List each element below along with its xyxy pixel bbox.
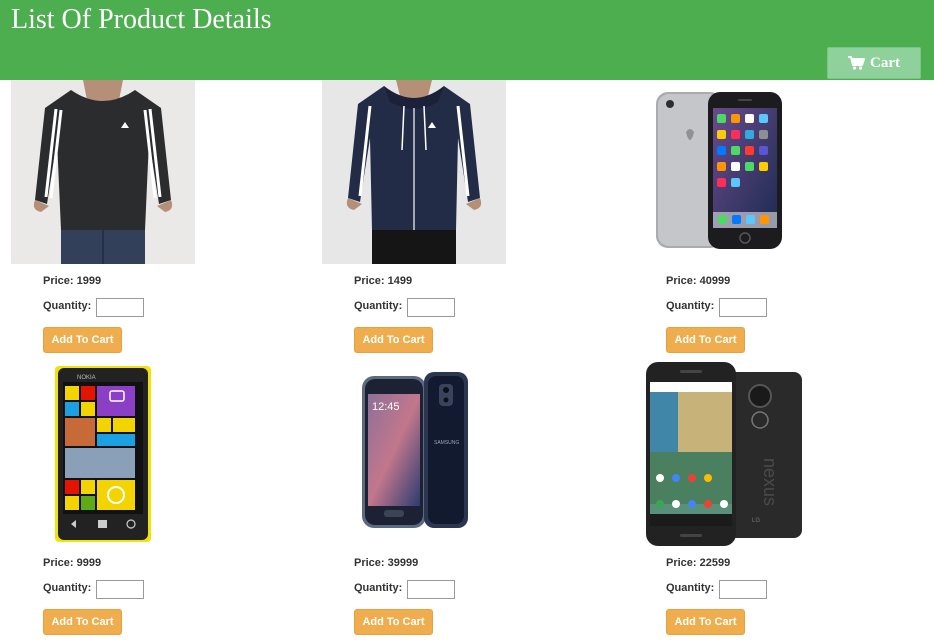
product-price: Price: 22599: [666, 557, 731, 569]
shopping-cart-icon: [848, 56, 865, 70]
svg-text:NOKIA: NOKIA: [77, 375, 96, 381]
add-to-cart-button[interactable]: Add To Cart: [354, 609, 433, 635]
svg-text:LG: LG: [752, 518, 760, 524]
quantity-input[interactable]: [719, 298, 767, 317]
quantity-label: Quantity:: [43, 582, 92, 594]
add-to-cart-button[interactable]: Add To Cart: [666, 327, 745, 353]
page-title: List Of Product Details: [11, 4, 272, 35]
product-card: nexus LG Price: 22599 Quantity: Add To C…: [634, 362, 914, 642]
cart-label: Cart: [870, 54, 900, 71]
product-price: Price: 40999: [666, 275, 731, 287]
quantity-label: Quantity:: [354, 300, 403, 312]
quantity-label: Quantity:: [666, 582, 715, 594]
add-to-cart-button[interactable]: Add To Cart: [354, 327, 433, 353]
cart-button[interactable]: Cart: [827, 47, 921, 79]
product-price: Price: 39999: [354, 557, 419, 569]
quantity-input[interactable]: [407, 298, 455, 317]
product-image-iphone[interactable]: [652, 80, 802, 255]
product-card: Price: 1999 Quantity: Add To Cart: [11, 80, 291, 360]
quantity-label: Quantity:: [43, 300, 92, 312]
add-to-cart-button[interactable]: Add To Cart: [666, 609, 745, 635]
product-image-navy-hoodie[interactable]: [322, 80, 506, 264]
product-card: Price: 40999 Quantity: Add To Cart: [634, 80, 914, 360]
product-price: Price: 1999: [43, 275, 102, 287]
svg-text:12:45: 12:45: [372, 401, 400, 413]
quantity-input[interactable]: [407, 580, 455, 599]
product-price: Price: 1499: [354, 275, 413, 287]
quantity-label: Quantity:: [354, 582, 403, 594]
product-image-nexus[interactable]: nexus LG: [646, 362, 816, 546]
product-image-black-sweatshirt[interactable]: [11, 80, 195, 264]
svg-text:SAMSUNG: SAMSUNG: [434, 440, 459, 446]
product-image-samsung-galaxy[interactable]: 12:45 SAMSUNG: [322, 362, 506, 542]
add-to-cart-button[interactable]: Add To Cart: [43, 327, 122, 353]
quantity-input[interactable]: [96, 580, 144, 599]
product-card: 12:45 SAMSUNG Price: 39999 Quantity: Add…: [322, 362, 602, 642]
quantity-input[interactable]: [96, 298, 144, 317]
product-price: Price: 9999: [43, 557, 102, 569]
svg-text:nexus: nexus: [760, 458, 780, 506]
add-to-cart-button[interactable]: Add To Cart: [43, 609, 122, 635]
product-card: NOKIA Price: 9999 Quantity: Add To Cart: [11, 362, 291, 642]
quantity-label: Quantity:: [666, 300, 715, 312]
product-card: Price: 1499 Quantity: Add To Cart: [322, 80, 602, 360]
product-image-nokia-lumia[interactable]: NOKIA: [55, 362, 151, 542]
header-bar: List Of Product Details Cart: [0, 0, 934, 80]
quantity-input[interactable]: [719, 580, 767, 599]
